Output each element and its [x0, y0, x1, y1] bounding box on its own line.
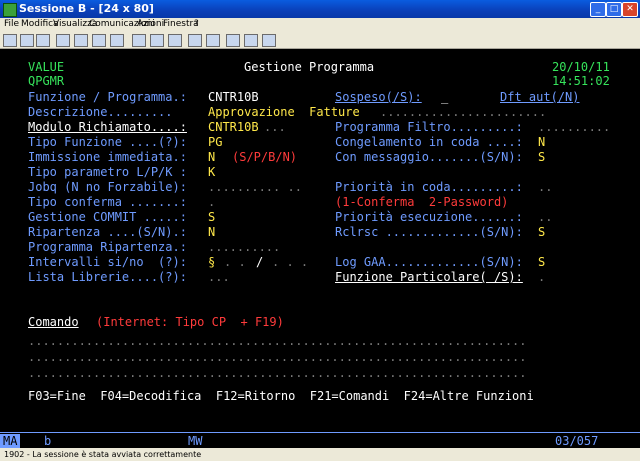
log-gaa-field[interactable]: S: [538, 255, 545, 269]
time-label: 14:51:02: [552, 74, 610, 88]
menu-help[interactable]: ?: [194, 19, 199, 29]
con-messaggio-label: Con messaggio.......(S/N):: [335, 150, 523, 164]
minimize-button[interactable]: _: [590, 2, 606, 17]
tipo-funzione-field[interactable]: PG: [208, 135, 222, 149]
jobq-field[interactable]: .......... ..: [208, 180, 302, 194]
congelamento-label: Congelamento in coda ....:: [335, 135, 523, 149]
index-icon[interactable]: [244, 34, 258, 47]
descrizione-fill: .......................: [380, 105, 547, 119]
immissione-field[interactable]: N: [208, 150, 215, 164]
app-icon: [3, 3, 17, 17]
congelamento-field[interactable]: N: [538, 135, 545, 149]
title-bar: Sessione B - [24 x 80] _ □ ✕: [0, 0, 640, 18]
send-icon[interactable]: [56, 34, 70, 47]
tipo-conferma-field[interactable]: .: [208, 195, 215, 209]
session-message: 1902 - La sessione è stata avviata corre…: [4, 450, 202, 459]
paste-icon[interactable]: [36, 34, 50, 47]
priorita-coda-label: Priorità in coda.........:: [335, 180, 523, 194]
keyboard-icon[interactable]: [110, 34, 124, 47]
descrizione-label: Descrizione.........: [28, 105, 173, 119]
macro-record-icon[interactable]: [132, 34, 146, 47]
immissione-hint: (S/P/B/N): [232, 150, 298, 164]
programma-ripartenza-field[interactable]: ..........: [208, 240, 280, 254]
comando-line-2[interactable]: ........................................…: [28, 350, 527, 364]
window-title: Sessione B - [24 x 80]: [19, 2, 154, 15]
copy-icon[interactable]: [20, 34, 34, 47]
intervalli-to[interactable]: . . .: [272, 255, 308, 269]
programma-ripartenza-label: Programma Ripartenza.:: [28, 240, 187, 254]
message-bar: 1902 - La sessione è stata avviata corre…: [0, 448, 640, 461]
rclrsc-label: Rclrsc .............(S/N):: [335, 225, 523, 239]
priorita-esecuzione-field[interactable]: ..: [538, 210, 552, 224]
status-ma: MA: [0, 434, 21, 448]
funzione-particolare-label: Funzione Particolare( /S):: [335, 270, 523, 284]
cursor-position: 03/057: [555, 434, 599, 448]
ripartenza-field[interactable]: N: [208, 225, 215, 239]
funzione-value: CNTR10B: [208, 90, 259, 104]
modulo-label: Modulo Richiamato....:: [28, 120, 187, 134]
help-icon[interactable]: [262, 34, 276, 47]
menu-bar: File Modifica Visualizza Comunicazioni A…: [0, 18, 640, 32]
tipo-conferma-label: Tipo conferma .......:: [28, 195, 187, 209]
tipo-parametro-label: Tipo parametro L/P/K :: [28, 165, 187, 179]
date-label: 20/10/11: [552, 60, 610, 74]
comando-line-3[interactable]: ........................................…: [28, 366, 527, 380]
programma-filtro-field[interactable]: ..........: [538, 120, 610, 134]
macro-play-icon[interactable]: [168, 34, 182, 47]
intervalli-from[interactable]: . .: [224, 255, 246, 269]
comando-label: Comando: [28, 315, 79, 329]
dft-aut-label: Dft aut(/N): [500, 90, 580, 104]
gestione-commit-field[interactable]: S: [208, 210, 215, 224]
modulo-field[interactable]: CNTR10B: [208, 120, 259, 134]
intervalli-label: Intervalli si/no (?):: [28, 255, 187, 269]
priorita-coda-field[interactable]: ..: [538, 180, 552, 194]
jobq-label: Jobq (N no Forzabile):: [28, 180, 187, 194]
maximize-button[interactable]: □: [606, 2, 622, 17]
ripartenza-label: Ripartenza ....(S/N).:: [28, 225, 187, 239]
comando-line-1[interactable]: ........................................…: [28, 334, 527, 348]
tipo-parametro-field[interactable]: K: [208, 165, 215, 179]
funzione-particolare-field[interactable]: .: [538, 270, 545, 284]
support-icon[interactable]: [226, 34, 240, 47]
toolbar: [0, 32, 640, 49]
tipo-funzione-label: Tipo Funzione ....(?):: [28, 135, 187, 149]
priorita-esecuzione-label: Priorità esecuzione......:: [335, 210, 523, 224]
intervalli-field[interactable]: §: [208, 255, 215, 269]
lista-librerie-label: Lista Librerie....(?):: [28, 270, 187, 284]
macro-stop-icon[interactable]: [150, 34, 164, 47]
conferma-hint: (1-Conferma 2-Password): [335, 195, 509, 209]
log-gaa-label: Log GAA.............(S/N):: [335, 255, 523, 269]
terminal-screen[interactable]: VALUE Gestione Programma 20/10/11 QPGMR …: [0, 49, 640, 432]
page-title: Gestione Programma: [244, 60, 375, 74]
comando-hint: (Internet: Tipo CP + F19): [96, 315, 284, 329]
settings-icon[interactable]: [206, 34, 220, 47]
immissione-label: Immissione immediata.:: [28, 150, 187, 164]
sospeso-field[interactable]: _: [441, 90, 448, 104]
display-icon[interactable]: [92, 34, 106, 47]
system-name: VALUE: [28, 60, 65, 74]
menu-azioni[interactable]: Azioni: [137, 19, 164, 29]
status-session: b: [44, 434, 52, 448]
funzione-label: Funzione / Programma.:: [28, 90, 187, 104]
gestione-commit-label: Gestione COMMIT .....:: [28, 210, 187, 224]
receive-icon[interactable]: [74, 34, 88, 47]
status-mw: MW: [188, 434, 203, 448]
print-icon[interactable]: [3, 34, 17, 47]
rclrsc-field[interactable]: S: [538, 225, 545, 239]
close-button[interactable]: ✕: [622, 2, 638, 17]
con-messaggio-field[interactable]: S: [538, 150, 545, 164]
modulo-fill: ...: [264, 120, 286, 134]
session-icon[interactable]: [188, 34, 202, 47]
status-line: MA b MW 03/057: [0, 432, 640, 449]
user-name: QPGMR: [28, 74, 65, 88]
descrizione-field[interactable]: Approvazione Fatture: [208, 105, 360, 119]
sospeso-label: Sospeso(/S):: [335, 90, 422, 104]
menu-file[interactable]: File: [4, 19, 19, 29]
programma-filtro-label: Programma Filtro.........:: [335, 120, 523, 134]
intervalli-sep: /: [256, 255, 264, 269]
lista-librerie-field[interactable]: ...: [208, 270, 230, 284]
function-keys: F03=Fine F04=Decodifica F12=Ritorno F21=…: [28, 389, 534, 403]
